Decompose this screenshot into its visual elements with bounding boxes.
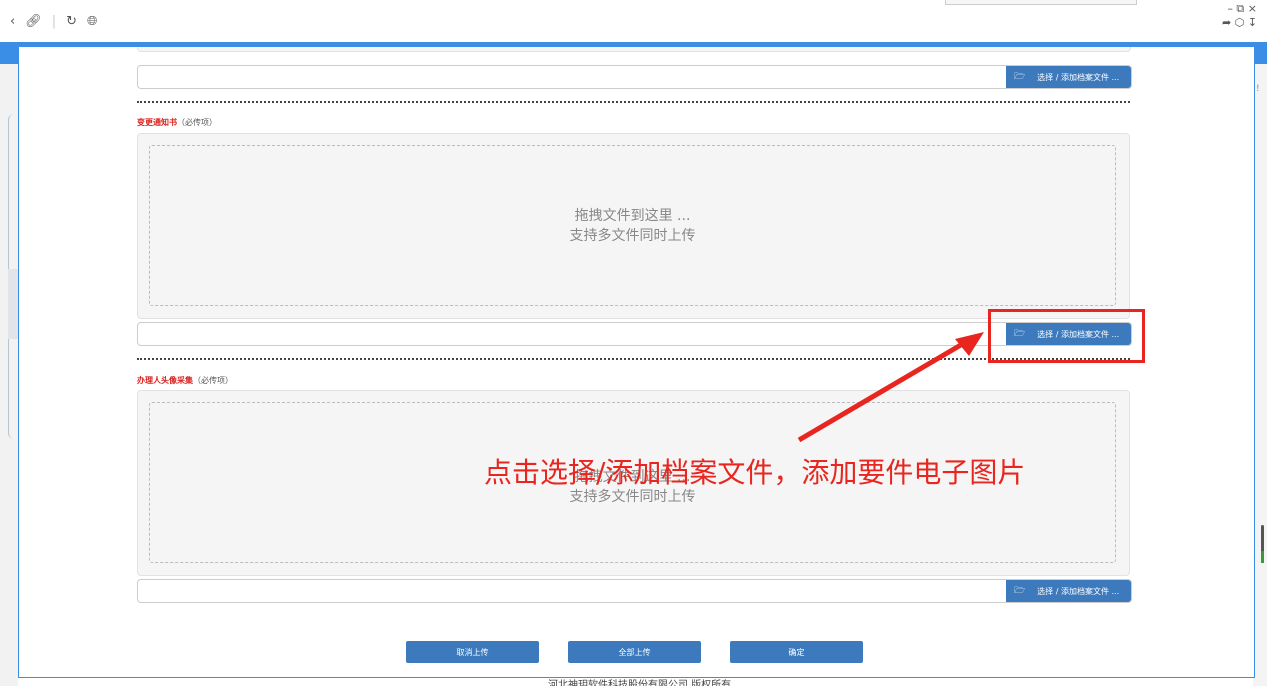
- back-icon[interactable]: ‹: [10, 14, 15, 29]
- window-controls[interactable]: – ⧉ ×: [1222, 2, 1257, 16]
- annotation-text: 点击选择/添加档案文件，添加要件电子图片: [484, 456, 1026, 489]
- address-dropdown-edge: [945, 0, 1137, 5]
- background-page-left: [0, 64, 18, 686]
- share-icon[interactable]: ➦: [1222, 16, 1231, 29]
- download-icon[interactable]: ↧: [1248, 16, 1257, 29]
- alert-mark: !: [1256, 84, 1260, 94]
- extension-icon[interactable]: ⬡: [1235, 16, 1245, 29]
- browser-toolbar: ‹ 🔗︎ | ↻ 🌐︎ – ⧉ × ➦ ⬡ ↧: [0, 0, 1267, 42]
- scrollbar-thumb[interactable]: [1261, 525, 1264, 563]
- annotation-arrow: [797, 332, 984, 443]
- upload-modal: 🗁︎ 选择 / 添加档案文件 ... 变更通知书（必传项） 拖拽文件到这里 ..…: [18, 46, 1255, 678]
- refresh-icon[interactable]: ↻: [66, 14, 77, 29]
- link-icon[interactable]: 🔗︎: [25, 14, 42, 29]
- background-page-right: !: [1253, 64, 1267, 686]
- globe-icon[interactable]: 🌐︎: [87, 14, 97, 29]
- background-selected-row: [8, 269, 18, 339]
- footer-copyright: 河北神玥软件科技股份有限公司 版权所有: [548, 680, 732, 686]
- divider: |: [51, 14, 57, 29]
